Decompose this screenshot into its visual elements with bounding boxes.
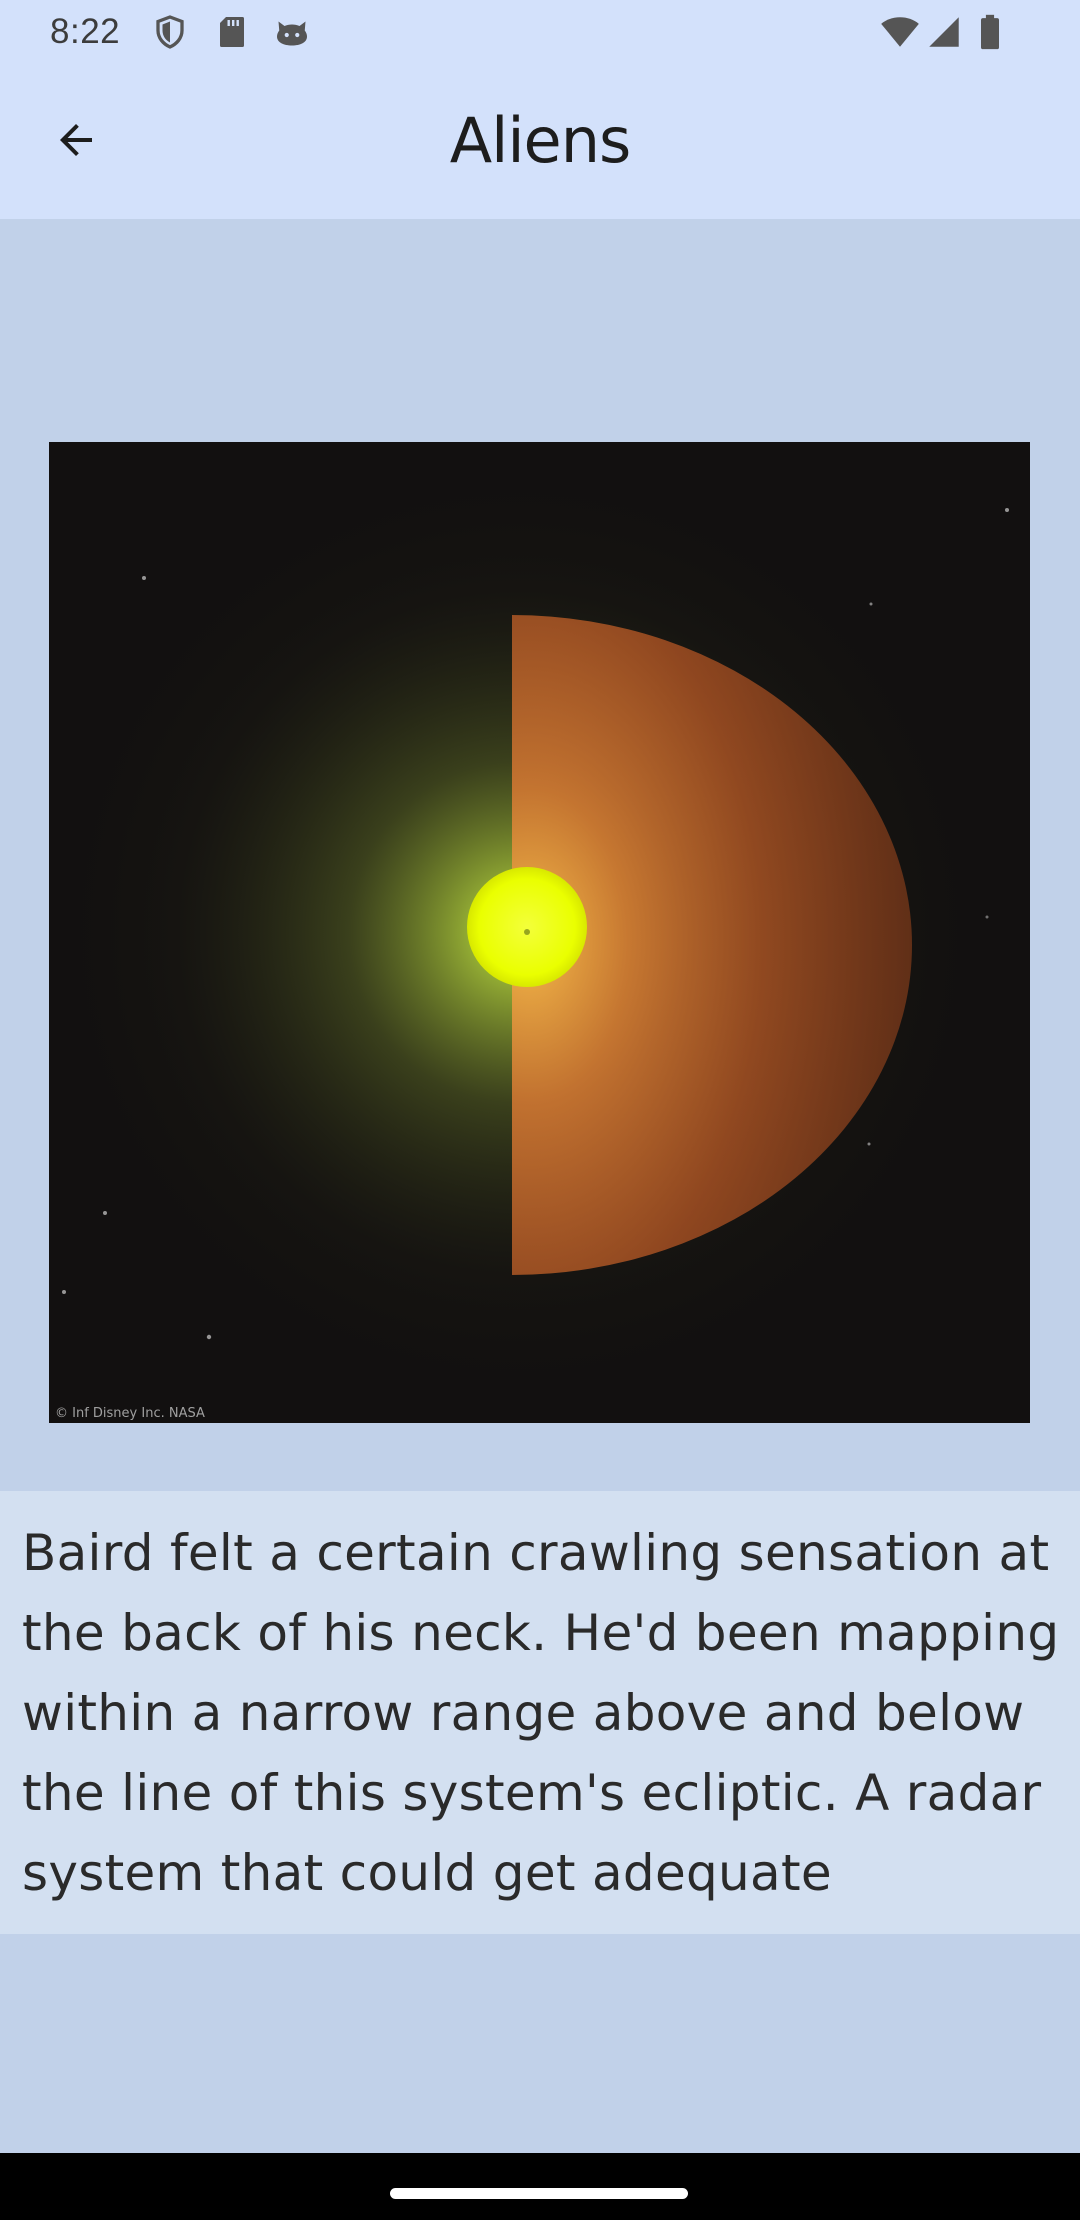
battery-icon — [976, 14, 1004, 50]
home-gesture-handle[interactable] — [390, 2188, 688, 2199]
cell-signal-icon — [926, 14, 966, 50]
status-time: 8:22 — [50, 12, 121, 51]
app-bar: Aliens — [0, 64, 1080, 219]
sd-card-icon — [214, 14, 250, 50]
excerpt-panel: Baird felt a certain crawling sensation … — [0, 1491, 1080, 1934]
shield-icon — [152, 14, 188, 50]
story-excerpt: Baird felt a certain crawling sensation … — [22, 1524, 1060, 1902]
star-system-image: © Inf Disney Inc. NASA — [49, 442, 1030, 1423]
page-title: Aliens — [449, 104, 632, 177]
wifi-icon — [880, 14, 920, 50]
status-bar: 8:22 — [0, 0, 1080, 64]
image-caption: © Inf Disney Inc. NASA — [55, 1406, 205, 1421]
cat-face-icon — [274, 14, 310, 50]
navigation-bar — [0, 2153, 1080, 2220]
